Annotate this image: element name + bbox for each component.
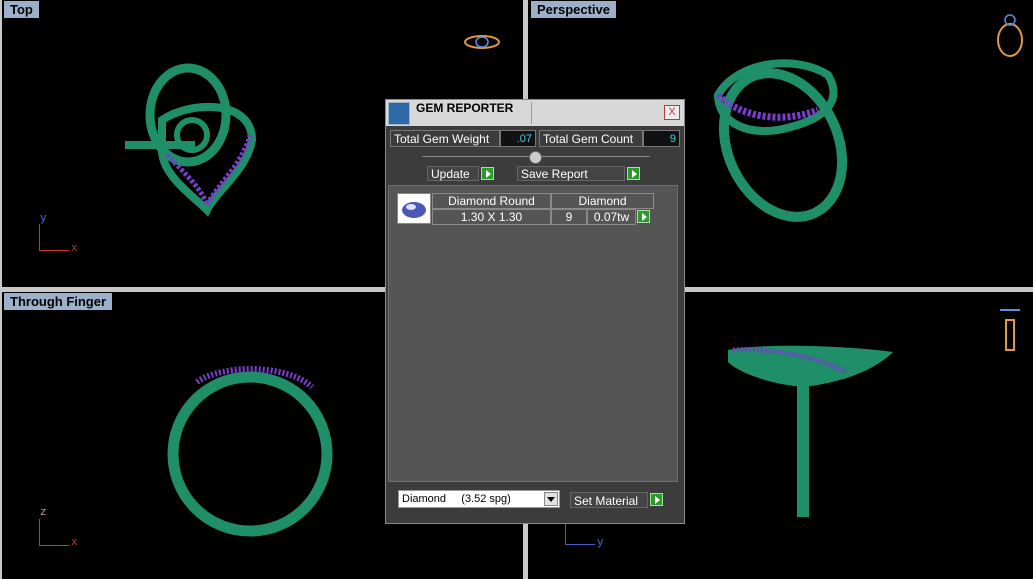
gem-shape-cell: Diamond Round	[432, 193, 551, 209]
set-material-button-label: Set Material	[574, 494, 639, 508]
chevron-down-icon[interactable]	[544, 492, 558, 506]
axis-z-label: z	[40, 507, 47, 519]
axis-x-label: x	[71, 537, 78, 549]
dialog-titlebar[interactable]: GEM REPORTER X	[386, 100, 684, 126]
gem-reporter-icon	[388, 102, 410, 125]
view-cube-icon[interactable]	[462, 32, 502, 52]
set-material-arrow-button[interactable]	[650, 493, 663, 506]
total-gem-weight-label: Total Gem Weight	[390, 130, 500, 147]
axis-y-line	[39, 224, 40, 250]
axis-y-line	[565, 544, 595, 545]
close-icon[interactable]: X	[664, 105, 680, 120]
set-material-button[interactable]: Set Material	[570, 492, 648, 508]
axis-z-line	[39, 519, 40, 545]
update-arrow-button[interactable]	[481, 167, 494, 180]
axis-y-label: y	[40, 213, 47, 225]
view-cube-icon[interactable]	[992, 12, 1028, 60]
gem-details-arrow-button[interactable]	[637, 210, 650, 223]
total-gem-count-label: Total Gem Count	[539, 130, 643, 147]
gem-weight-cell: 0.07tw	[587, 209, 636, 225]
material-select[interactable]: Diamond (3.52 spg)	[398, 490, 560, 508]
update-button[interactable]: Update	[427, 166, 479, 181]
total-gem-count-value: 9	[643, 130, 680, 147]
material-select-value: Diamond (3.52 spg)	[402, 493, 511, 505]
titlebar-divider	[531, 102, 532, 124]
axis-x-label: x	[71, 243, 78, 255]
gem-reporter-dialog: GEM REPORTER X Total Gem Weight .07 Tota…	[385, 99, 685, 524]
update-button-label: Update	[431, 167, 470, 181]
gem-list-panel: Diamond Round Diamond 1.30 X 1.30 9 0.07…	[388, 185, 678, 482]
gem-count-cell: 9	[551, 209, 587, 225]
axis-x-line	[39, 250, 69, 251]
save-report-arrow-button[interactable]	[627, 167, 640, 180]
axis-y-label: y	[597, 537, 604, 549]
axis-x-line	[39, 545, 69, 546]
dialog-title: GEM REPORTER	[416, 101, 514, 115]
save-report-button[interactable]: Save Report	[517, 166, 625, 181]
save-report-button-label: Save Report	[521, 167, 588, 181]
gem-row[interactable]: Diamond Round Diamond 1.30 X 1.30 9 0.07…	[389, 186, 679, 231]
gem-thumbnail[interactable]	[397, 193, 431, 224]
axis-vertical-line	[565, 522, 566, 544]
total-gem-weight-value: .07	[500, 130, 536, 147]
gem-size-cell: 1.30 X 1.30	[432, 209, 551, 225]
report-slider-handle[interactable]	[529, 151, 542, 164]
view-cube-icon[interactable]	[996, 304, 1024, 356]
round-diamond-icon	[402, 202, 426, 218]
gem-material-cell: Diamond	[551, 193, 654, 209]
